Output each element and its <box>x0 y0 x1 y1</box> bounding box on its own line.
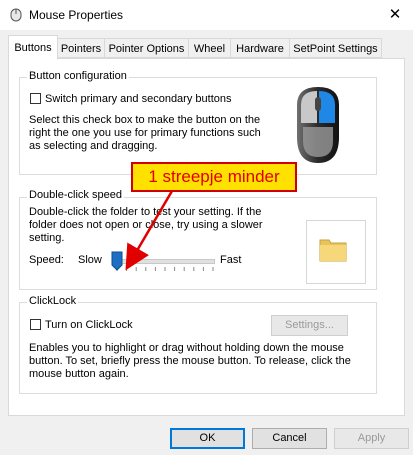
cancel-button[interactable]: Cancel <box>252 428 327 449</box>
annotation-callout: 1 streepje minder <box>131 162 297 192</box>
button-config-desc-2: right the one you use for primary functi… <box>29 127 261 139</box>
speed-slider-ticks <box>116 267 214 271</box>
speed-slider-track[interactable] <box>117 259 215 264</box>
clicklock-desc-2: button. To set, briefly press the mouse … <box>29 355 351 367</box>
slow-label: Slow <box>78 254 102 266</box>
tab-pointers[interactable]: Pointers <box>57 38 105 58</box>
switch-buttons-label[interactable]: Switch primary and secondary buttons <box>45 92 231 106</box>
button-configuration-title: Button configuration <box>27 70 129 82</box>
double-click-desc-1: Double-click the folder to test your set… <box>29 206 262 218</box>
mouse-icon <box>297 87 339 163</box>
clicklock-desc-1: Enables you to highlight or drag without… <box>29 342 344 354</box>
button-config-desc-3: as selecting and dragging. <box>29 140 158 152</box>
tab-buttons[interactable]: Buttons <box>8 35 58 59</box>
double-click-desc-3: setting. <box>29 232 65 244</box>
clicklock-title: ClickLock <box>27 295 79 307</box>
double-click-desc-2: folder does not open or close, try using… <box>29 219 263 231</box>
tab-wheel[interactable]: Wheel <box>188 38 231 58</box>
speed-slider-thumb[interactable] <box>111 251 123 271</box>
close-button[interactable]: ✕ <box>385 5 405 25</box>
apply-button[interactable]: Apply <box>334 428 409 449</box>
tab-setpoint-settings[interactable]: SetPoint Settings <box>289 38 382 58</box>
ok-button[interactable]: OK <box>170 428 245 449</box>
clicklock-settings-button[interactable]: Settings... <box>271 315 348 336</box>
button-config-desc-1: Select this check box to make the button… <box>29 114 261 126</box>
fast-label: Fast <box>220 254 242 266</box>
window-title: Mouse Properties <box>29 8 124 22</box>
tab-pointer-options[interactable]: Pointer Options <box>104 38 189 58</box>
clicklock-label[interactable]: Turn on ClickLock <box>45 318 133 332</box>
speed-label: Speed: <box>29 254 64 266</box>
clicklock-checkbox[interactable] <box>30 319 41 330</box>
double-click-title: Double-click speed <box>27 189 124 201</box>
switch-buttons-checkbox[interactable] <box>30 93 41 104</box>
mouse-app-icon <box>10 8 22 22</box>
clicklock-desc-3: mouse button again. <box>29 368 129 380</box>
tab-hardware[interactable]: Hardware <box>230 38 290 58</box>
folder-icon[interactable] <box>318 235 348 263</box>
